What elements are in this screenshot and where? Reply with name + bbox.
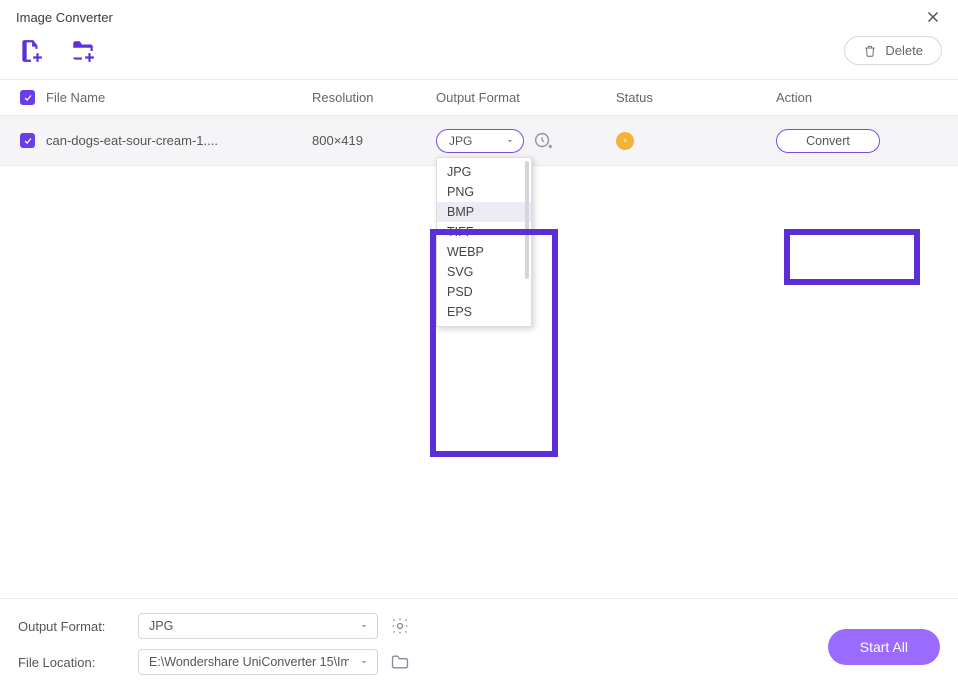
chevron-down-icon	[505, 136, 515, 146]
row-resolution: 800×419	[312, 133, 363, 148]
chevron-down-icon	[359, 657, 369, 667]
convert-button[interactable]: Convert	[776, 129, 880, 153]
open-folder-icon[interactable]	[390, 652, 410, 672]
format-option[interactable]: WEBP	[437, 242, 531, 262]
convert-label: Convert	[806, 134, 850, 148]
format-option[interactable]: TIFF	[437, 222, 531, 242]
pending-status-icon	[616, 132, 634, 150]
content-area: can-dogs-eat-sour-cream-1.... 800×419 JP…	[0, 116, 958, 598]
row-format-value: JPG	[449, 134, 472, 148]
start-all-label: Start All	[860, 639, 908, 655]
col-header-format: Output Format	[436, 90, 616, 105]
format-option[interactable]: PSD	[437, 282, 531, 302]
window-title: Image Converter	[16, 10, 113, 25]
row-format-select[interactable]: JPG	[436, 129, 524, 153]
table-header: File Name Resolution Output Format Statu…	[0, 80, 958, 116]
add-folder-icon[interactable]	[70, 38, 96, 64]
footer: Output Format: JPG File Location: E:\Won…	[0, 598, 958, 695]
trash-icon	[863, 44, 877, 58]
footer-file-location-label: File Location:	[18, 655, 126, 670]
close-icon[interactable]	[924, 8, 942, 26]
col-header-action: Action	[776, 90, 942, 105]
col-header-resolution: Resolution	[312, 90, 436, 105]
format-option[interactable]: JPG	[437, 162, 531, 182]
format-option[interactable]: PNG	[437, 182, 531, 202]
row-checkbox[interactable]	[20, 133, 35, 148]
titlebar: Image Converter	[0, 0, 958, 32]
footer-format-settings-icon[interactable]	[390, 616, 410, 636]
footer-file-location-select[interactable]: E:\Wondershare UniConverter 15\Ima	[138, 649, 378, 675]
row-format-settings-icon[interactable]	[532, 130, 554, 152]
row-filename: can-dogs-eat-sour-cream-1....	[46, 133, 218, 148]
delete-label: Delete	[885, 43, 923, 58]
format-dropdown: JPG PNG BMP TIFF WEBP SVG PSD EPS	[436, 157, 532, 327]
footer-output-format-select[interactable]: JPG	[138, 613, 378, 639]
table-row: can-dogs-eat-sour-cream-1.... 800×419 JP…	[0, 116, 958, 166]
col-header-status: Status	[616, 90, 776, 105]
highlight-action-column	[784, 229, 920, 285]
add-file-icon[interactable]	[18, 38, 44, 64]
format-option[interactable]: BMP	[437, 202, 531, 222]
footer-file-location-value: E:\Wondershare UniConverter 15\Ima	[149, 655, 349, 669]
delete-button[interactable]: Delete	[844, 36, 942, 65]
footer-output-format-value: JPG	[149, 619, 173, 633]
footer-output-format-label: Output Format:	[18, 619, 126, 634]
start-all-button[interactable]: Start All	[828, 629, 940, 665]
col-header-name: File Name	[44, 90, 312, 105]
dropdown-scrollbar[interactable]	[525, 161, 529, 279]
format-option[interactable]: EPS	[437, 302, 531, 322]
chevron-down-icon	[359, 621, 369, 631]
format-option[interactable]: SVG	[437, 262, 531, 282]
select-all-checkbox[interactable]	[20, 90, 35, 105]
toolbar: Delete	[0, 32, 958, 80]
